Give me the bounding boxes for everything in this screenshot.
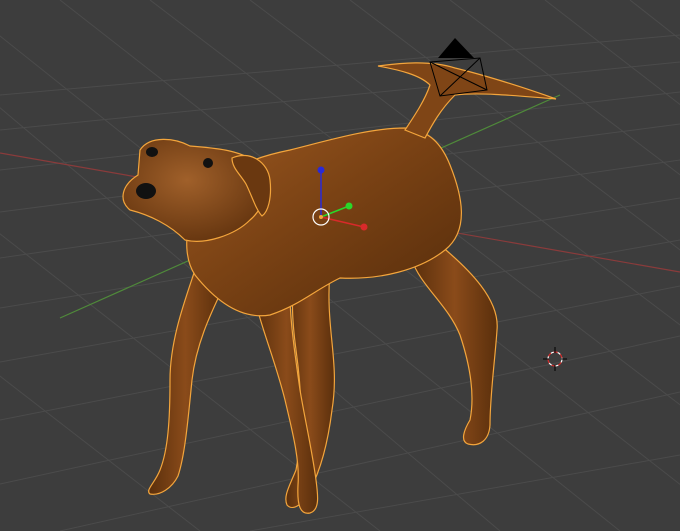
gizmo-y-handle[interactable]: [345, 202, 353, 210]
dog-nose: [136, 183, 156, 199]
gizmo-z-handle[interactable]: [317, 166, 325, 174]
dog-left-eye: [146, 147, 158, 157]
viewport-canvas[interactable]: [0, 0, 680, 531]
dog-tail[interactable]: [377, 62, 557, 139]
dog-right-eye: [203, 158, 213, 168]
3d-cursor-icon[interactable]: [543, 347, 567, 371]
dog-model[interactable]: [122, 62, 557, 514]
camera-up-triangle-icon: [438, 38, 474, 58]
3d-viewport[interactable]: [0, 0, 680, 531]
dog-front-left-leg[interactable]: [148, 269, 223, 495]
gizmo-x-handle[interactable]: [360, 223, 368, 231]
